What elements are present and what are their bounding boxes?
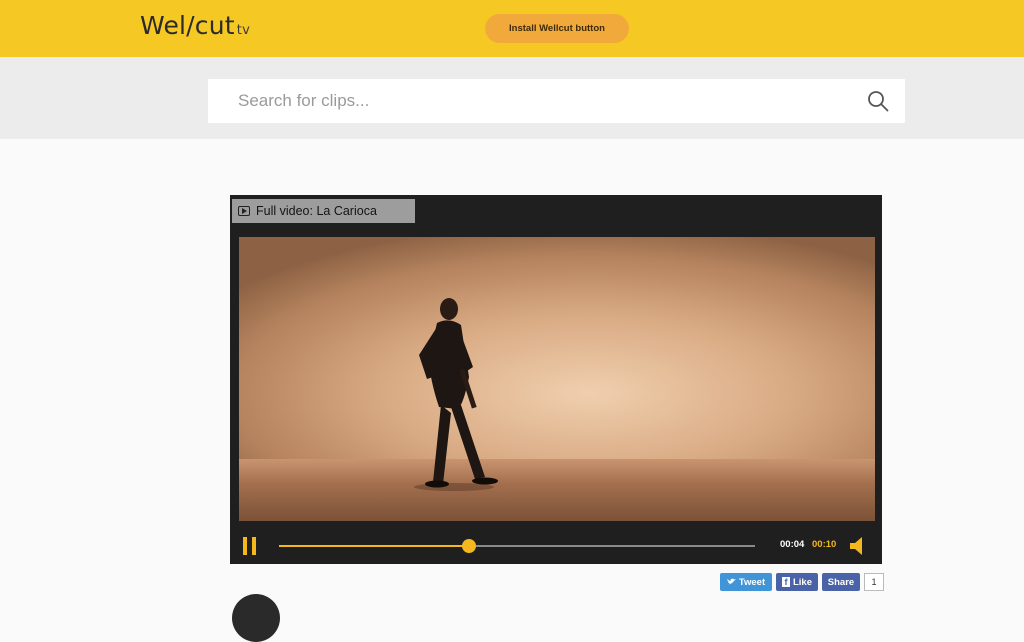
wellcut-logo[interactable]: Wel/cut tv: [140, 11, 250, 40]
install-wellcut-button[interactable]: Install Wellcut button: [485, 14, 629, 43]
current-time: 00:04: [780, 539, 805, 550]
facebook-icon: f: [782, 577, 790, 587]
twitter-icon: [726, 578, 736, 585]
full-video-label: Full video: La Carioca: [256, 204, 377, 218]
video-frame[interactable]: [239, 237, 875, 521]
search-input[interactable]: [238, 79, 838, 123]
duration-time: 00:10: [812, 539, 837, 550]
seek-bar[interactable]: [279, 539, 755, 553]
seek-handle[interactable]: [462, 539, 477, 553]
play-square-icon: [238, 206, 250, 216]
facebook-like-button[interactable]: f Like: [776, 573, 818, 591]
share-count: 1: [864, 573, 884, 591]
logo-tld: tv: [236, 23, 250, 38]
avatar[interactable]: [232, 594, 280, 642]
full-video-link[interactable]: Full video: La Carioca: [232, 199, 415, 223]
facebook-share-button[interactable]: Share: [822, 573, 860, 591]
search-box[interactable]: [208, 79, 905, 123]
logo-text: Wel/cut: [140, 11, 235, 40]
dancer-figure: [414, 298, 498, 491]
tweet-button[interactable]: Tweet: [720, 573, 772, 591]
seek-bar-progress: [279, 545, 470, 547]
tweet-label: Tweet: [738, 576, 766, 588]
video-player[interactable]: Full video: La Carioca 00:04 00:10: [230, 195, 882, 564]
like-label: Like: [792, 576, 812, 588]
pause-icon[interactable]: [243, 537, 257, 555]
top-bar: Wel/cut tv Install Wellcut button: [0, 0, 1024, 57]
search-icon[interactable]: [867, 90, 889, 112]
video-controls: 00:04 00:10: [230, 528, 882, 564]
share-buttons: Tweet f Like Share 1: [720, 573, 884, 591]
volume-icon[interactable]: [849, 536, 867, 556]
